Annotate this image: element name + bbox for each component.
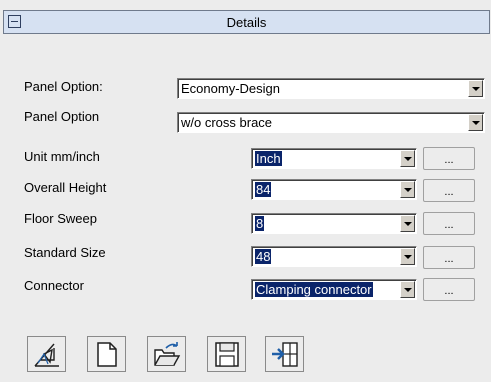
connector-label: Connector <box>24 278 84 293</box>
standard-size-select[interactable]: 48 <box>251 246 417 267</box>
panel-option-brace-label: Panel Option <box>24 109 100 124</box>
chevron-down-icon[interactable] <box>468 114 483 131</box>
chevron-down-icon[interactable] <box>468 80 483 97</box>
chevron-down-icon[interactable] <box>400 281 415 298</box>
overall-height-value: 84 <box>255 182 272 197</box>
unit-select[interactable]: Inch <box>251 148 417 169</box>
open-folder-icon <box>154 342 181 366</box>
standard-size-value: 48 <box>255 249 272 264</box>
connector-select[interactable]: Clamping connector <box>251 279 417 300</box>
standard-size-more-button[interactable]: ... <box>423 246 475 269</box>
panel-option-design-select[interactable]: Economy-Design <box>177 78 485 99</box>
floor-sweep-select[interactable]: 8 <box>251 213 417 234</box>
connector-value: Clamping connector <box>255 282 373 297</box>
floor-sweep-label: Floor Sweep <box>24 211 97 226</box>
standard-size-label: Standard Size <box>24 245 106 260</box>
chevron-down-icon[interactable] <box>400 181 415 198</box>
floor-sweep-more-button[interactable]: ... <box>423 212 475 235</box>
open-folder-button[interactable] <box>147 336 186 372</box>
new-document-button[interactable] <box>87 336 126 372</box>
panel-option-design-value: Economy-Design <box>181 81 280 96</box>
panel-option-brace-value: w/o cross brace <box>181 115 273 130</box>
save-disk-icon <box>215 342 239 367</box>
exit-button[interactable] <box>265 336 304 372</box>
connector-more-button[interactable]: ... <box>423 278 475 301</box>
save-button[interactable] <box>207 336 246 372</box>
panel-title: Details <box>226 15 267 30</box>
details-panel-header[interactable]: Details <box>3 10 490 34</box>
overall-height-label: Overall Height <box>24 180 107 195</box>
panel-option-brace-select[interactable]: w/o cross brace <box>177 112 485 133</box>
unit-label: Unit mm/inch <box>24 149 100 164</box>
chevron-down-icon[interactable] <box>400 248 415 265</box>
new-document-icon <box>97 342 117 367</box>
chevron-down-icon[interactable] <box>400 215 415 232</box>
drawing-icon <box>34 343 59 367</box>
overall-height-more-button[interactable]: ... <box>423 179 475 202</box>
unit-more-button[interactable]: ... <box>423 147 475 170</box>
floor-sweep-value: 8 <box>255 216 265 231</box>
overall-height-select[interactable]: 84 <box>251 179 417 200</box>
drawing-button[interactable] <box>27 336 66 372</box>
unit-value: Inch <box>255 151 282 166</box>
chevron-down-icon[interactable] <box>400 150 415 167</box>
exit-icon <box>272 342 298 367</box>
panel-option-design-label: Panel Option: <box>24 79 103 94</box>
